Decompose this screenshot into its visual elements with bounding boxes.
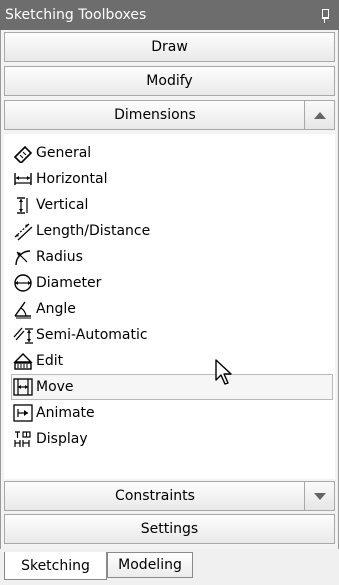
tool-label: Horizontal — [36, 171, 108, 187]
tool-radius[interactable]: Radius — [12, 244, 334, 270]
tool-general[interactable]: General — [12, 140, 334, 166]
mouse-pointer-icon — [215, 359, 232, 385]
tool-label: Length/Distance — [36, 223, 151, 239]
section-modify[interactable]: Modify — [4, 66, 335, 96]
tool-label: Edit — [36, 353, 64, 369]
vertical-dimension-icon — [17, 197, 28, 214]
radius-icon — [15, 250, 31, 266]
animate-icon — [13, 404, 33, 422]
tool-edit[interactable]: Edit — [12, 348, 334, 374]
section-dimensions[interactable]: Dimensions — [4, 100, 306, 130]
scroll-down-button[interactable] — [304, 481, 335, 511]
section-draw[interactable]: Draw — [4, 32, 335, 62]
tool-label: General — [36, 145, 92, 161]
tool-semi-automatic[interactable]: Semi-Automatic — [12, 322, 334, 348]
toolbox-panel: Draw Modify Dimensions General Horizonta… — [0, 30, 339, 549]
length-distance-icon — [14, 223, 33, 241]
tool-diameter[interactable]: Diameter — [12, 270, 334, 296]
tool-label: Move — [36, 379, 74, 395]
semi-automatic-icon — [13, 327, 33, 344]
section-constraints[interactable]: Constraints — [4, 481, 306, 511]
horizontal-dimension-icon — [14, 173, 32, 185]
tab-modeling[interactable]: Modeling — [107, 552, 193, 578]
tool-label: Display — [36, 431, 88, 447]
pin-icon[interactable] — [319, 7, 331, 23]
move-icon — [13, 378, 33, 396]
display-icon — [14, 431, 31, 447]
edit-icon — [13, 353, 33, 370]
toolbox-tab-bar: Sketching Modeling — [0, 549, 339, 585]
tool-label: Animate — [36, 405, 95, 421]
tool-vertical[interactable]: Vertical — [12, 192, 334, 218]
tool-label: Vertical — [36, 197, 89, 213]
toolbox-titlebar: Sketching Toolboxes — [0, 0, 339, 30]
chevron-up-icon — [314, 112, 326, 119]
section-settings[interactable]: Settings — [4, 514, 335, 544]
tab-sketching[interactable]: Sketching — [4, 552, 107, 580]
tool-angle[interactable]: Angle — [12, 296, 334, 322]
diameter-icon — [14, 274, 32, 292]
angle-icon — [14, 301, 31, 319]
tool-label: Diameter — [36, 275, 102, 291]
general-dimension-icon — [13, 145, 33, 163]
toolbox-title: Sketching Toolboxes — [5, 7, 147, 23]
tool-length-distance[interactable]: Length/Distance — [12, 218, 334, 244]
dimension-tools-list: General Horizontal Vertical Length/Dista… — [4, 134, 335, 479]
tool-animate[interactable]: Animate — [12, 400, 334, 426]
tool-move[interactable]: Move — [11, 374, 333, 400]
scroll-up-button[interactable] — [304, 100, 335, 130]
tool-display[interactable]: Display — [12, 426, 334, 452]
tool-horizontal[interactable]: Horizontal — [12, 166, 334, 192]
tool-label: Radius — [36, 249, 83, 265]
tool-label: Semi-Automatic — [36, 327, 148, 343]
tool-label: Angle — [36, 301, 76, 317]
chevron-down-icon — [314, 493, 326, 500]
